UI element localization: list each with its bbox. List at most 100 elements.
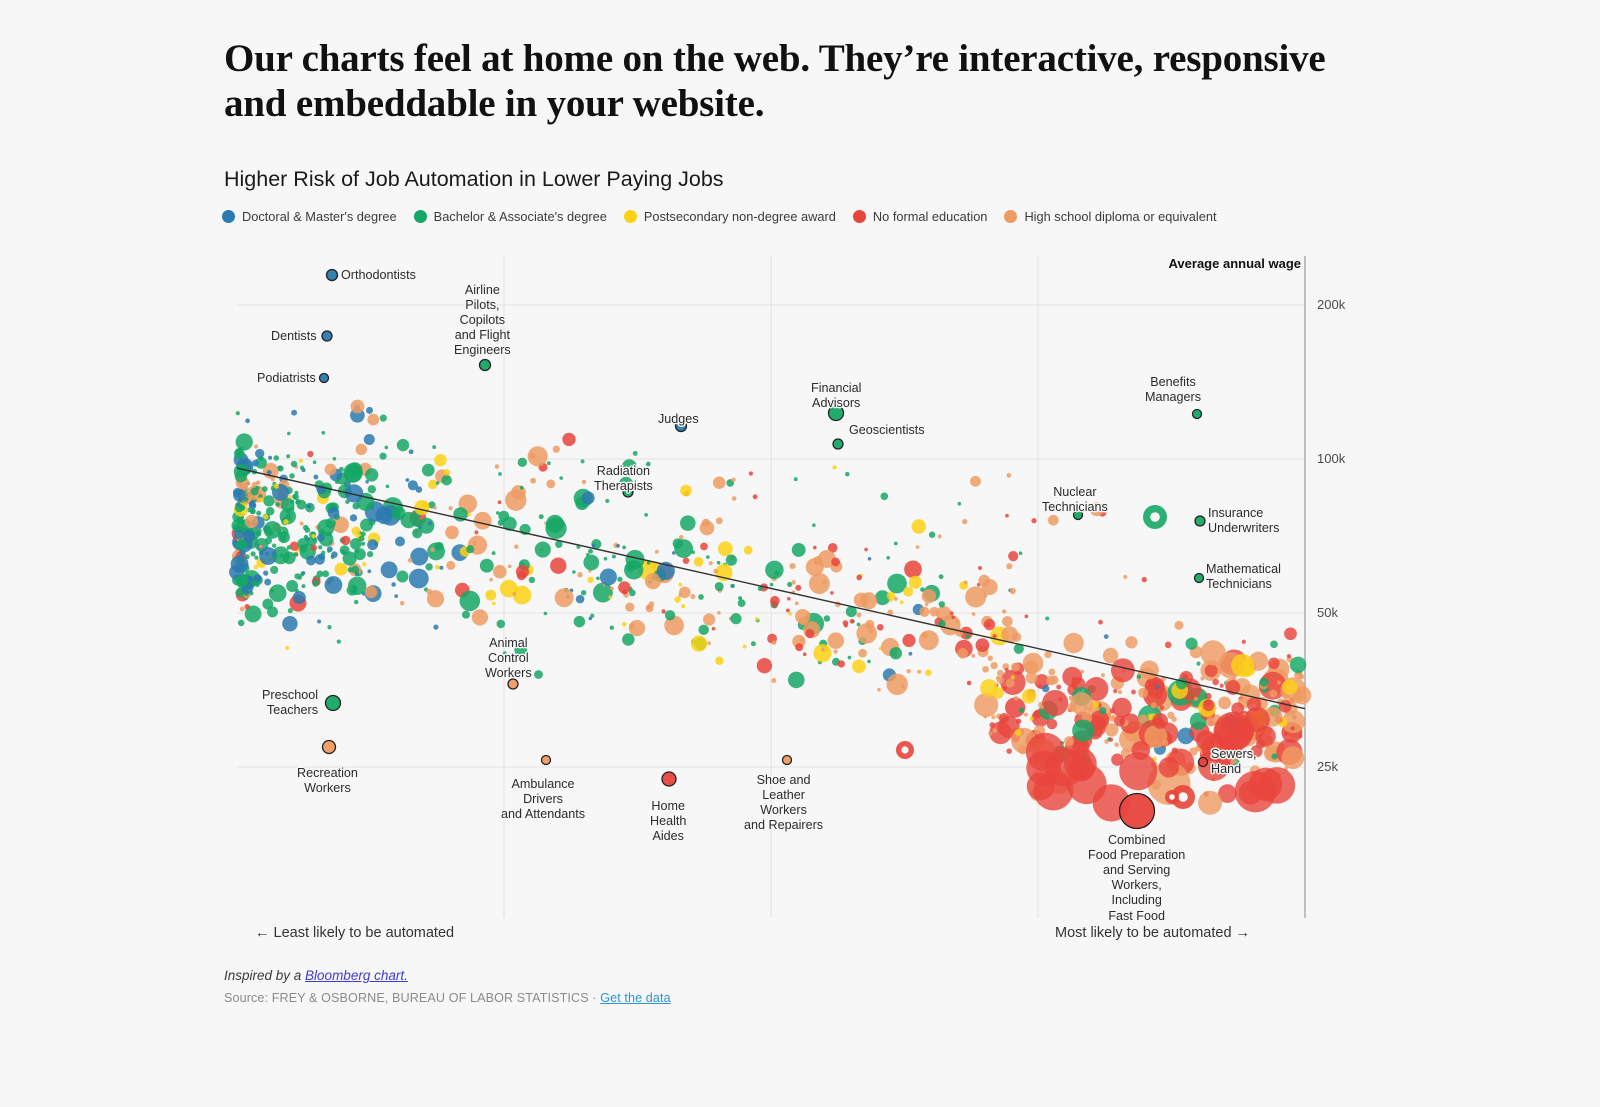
data-point[interactable] bbox=[248, 500, 256, 508]
data-point[interactable] bbox=[295, 500, 300, 505]
data-point[interactable] bbox=[1268, 657, 1280, 670]
data-point[interactable] bbox=[690, 635, 708, 652]
data-point[interactable] bbox=[654, 549, 659, 554]
data-point[interactable] bbox=[632, 450, 638, 456]
data-point[interactable] bbox=[812, 545, 817, 550]
data-point[interactable] bbox=[562, 432, 576, 447]
data-point[interactable] bbox=[1193, 696, 1199, 701]
data-point[interactable] bbox=[242, 529, 256, 543]
data-point[interactable] bbox=[351, 565, 360, 574]
data-point[interactable] bbox=[350, 399, 365, 414]
data-point[interactable] bbox=[714, 581, 724, 592]
data-point[interactable] bbox=[1046, 718, 1058, 730]
data-point[interactable] bbox=[750, 641, 756, 647]
data-point[interactable] bbox=[580, 589, 587, 596]
data-point[interactable] bbox=[906, 668, 911, 674]
data-point[interactable] bbox=[543, 611, 548, 616]
data-point[interactable] bbox=[497, 500, 502, 505]
data-point[interactable] bbox=[1259, 677, 1269, 687]
data-point[interactable] bbox=[461, 610, 471, 619]
data-point[interactable] bbox=[1281, 746, 1305, 770]
data-point[interactable] bbox=[711, 626, 716, 631]
data-point[interactable] bbox=[717, 611, 721, 615]
data-point[interactable] bbox=[998, 712, 1010, 724]
data-point[interactable] bbox=[957, 647, 968, 659]
data-point[interactable] bbox=[391, 506, 406, 521]
data-point[interactable] bbox=[1290, 726, 1295, 731]
data-point[interactable] bbox=[385, 484, 390, 489]
data-point[interactable] bbox=[1185, 637, 1198, 650]
data-point[interactable] bbox=[275, 502, 280, 507]
data-point[interactable] bbox=[808, 573, 830, 594]
data-point[interactable] bbox=[517, 457, 527, 467]
data-point[interactable] bbox=[435, 481, 440, 485]
data-point[interactable] bbox=[1204, 664, 1218, 678]
data-point[interactable] bbox=[787, 597, 791, 601]
annotated-data-point[interactable] bbox=[318, 372, 330, 384]
data-point[interactable] bbox=[1202, 699, 1215, 712]
data-point[interactable] bbox=[837, 660, 845, 668]
data-point[interactable] bbox=[239, 549, 246, 556]
data-point[interactable] bbox=[287, 431, 291, 436]
data-point[interactable] bbox=[617, 576, 623, 582]
data-point[interactable] bbox=[1276, 680, 1281, 685]
data-point[interactable] bbox=[725, 554, 738, 566]
annotated-data-point[interactable] bbox=[1072, 509, 1084, 521]
data-point[interactable] bbox=[682, 557, 690, 564]
data-point[interactable] bbox=[448, 506, 453, 511]
data-point[interactable] bbox=[360, 531, 366, 537]
data-point[interactable] bbox=[474, 530, 479, 535]
data-point[interactable] bbox=[1174, 620, 1184, 630]
data-point[interactable] bbox=[233, 448, 245, 459]
data-point[interactable] bbox=[893, 596, 898, 601]
annotated-data-point[interactable] bbox=[324, 694, 342, 712]
data-point[interactable] bbox=[802, 652, 807, 657]
data-point[interactable] bbox=[752, 494, 758, 500]
data-point[interactable] bbox=[823, 615, 831, 622]
data-point[interactable] bbox=[514, 643, 528, 657]
data-point[interactable] bbox=[235, 433, 253, 451]
data-point[interactable] bbox=[338, 466, 344, 472]
data-point[interactable] bbox=[702, 613, 716, 626]
data-point[interactable] bbox=[730, 613, 742, 625]
data-point[interactable] bbox=[349, 538, 362, 550]
data-point[interactable] bbox=[528, 576, 536, 584]
data-point[interactable] bbox=[559, 476, 563, 480]
data-point[interactable] bbox=[1198, 790, 1223, 815]
data-point[interactable] bbox=[410, 547, 429, 566]
data-point[interactable] bbox=[299, 544, 308, 553]
data-point[interactable] bbox=[538, 514, 544, 520]
data-point[interactable] bbox=[924, 602, 929, 607]
data-point[interactable] bbox=[313, 474, 319, 480]
data-point[interactable] bbox=[239, 505, 246, 511]
data-point[interactable] bbox=[788, 671, 805, 689]
data-point[interactable] bbox=[672, 538, 684, 549]
data-point[interactable] bbox=[899, 600, 904, 605]
data-point[interactable] bbox=[949, 611, 954, 616]
data-point[interactable] bbox=[716, 560, 721, 565]
data-point[interactable] bbox=[856, 623, 878, 644]
data-point[interactable] bbox=[573, 615, 586, 628]
data-point[interactable] bbox=[514, 544, 519, 549]
data-point[interactable] bbox=[1042, 685, 1050, 693]
data-point[interactable] bbox=[1072, 719, 1095, 742]
data-point[interactable] bbox=[349, 514, 358, 522]
data-point[interactable] bbox=[495, 511, 500, 515]
data-point[interactable] bbox=[384, 445, 389, 450]
data-point[interactable] bbox=[550, 557, 567, 574]
data-point[interactable] bbox=[1025, 671, 1038, 684]
data-point[interactable] bbox=[250, 551, 256, 557]
data-point[interactable] bbox=[701, 518, 711, 528]
data-point[interactable] bbox=[1089, 502, 1104, 517]
data-point[interactable] bbox=[845, 471, 850, 477]
data-point[interactable] bbox=[408, 568, 429, 589]
data-point[interactable] bbox=[827, 632, 845, 649]
data-point[interactable] bbox=[880, 492, 889, 501]
data-point[interactable] bbox=[272, 543, 277, 548]
data-point[interactable] bbox=[756, 658, 773, 674]
data-point[interactable] bbox=[375, 506, 394, 525]
data-point[interactable] bbox=[366, 550, 374, 558]
data-point[interactable] bbox=[622, 633, 635, 646]
data-point[interactable] bbox=[292, 493, 299, 500]
data-point[interactable] bbox=[978, 566, 982, 570]
